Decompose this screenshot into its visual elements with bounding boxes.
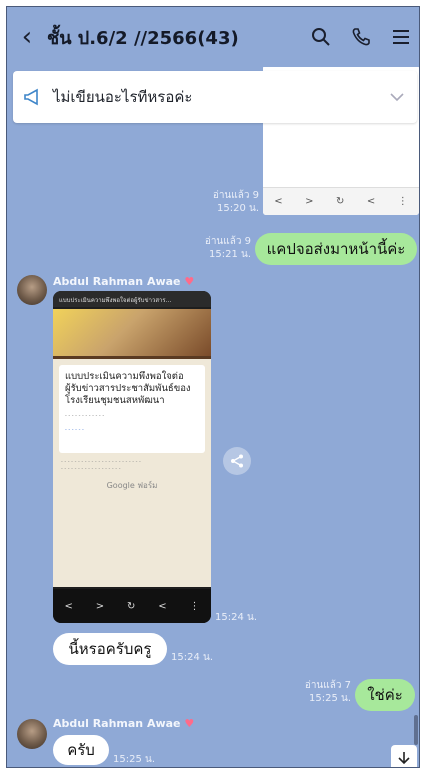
search-button[interactable] [301,7,341,67]
search-icon [312,28,330,46]
chevron-down-icon[interactable] [377,92,417,102]
share-button[interactable] [223,447,251,475]
my-message-bubble[interactable]: แคปจอส่งมาหน้านี้ค่ะ [255,233,417,265]
form-footer-note: - - - - - - - - - - - - - - - - - - - - … [61,459,141,472]
call-button[interactable] [341,7,381,67]
share-icon [231,454,243,468]
message-meta: อ่านแล้ว 9 15:20 น. [197,189,259,215]
phone-nav-bar: < > ↻ < ⋮ [53,589,211,623]
form-title: แบบประเมินความพึงพอใจต่อผู้รับข่าวสารประ… [65,371,191,406]
avatar[interactable] [17,275,47,305]
form-subtitle: - - - - - - - - - - - - [65,413,105,419]
my-message-bubble[interactable]: ใช่ค่ะ [355,679,415,711]
read-receipt: อ่านแล้ว 9 [204,236,251,247]
read-receipt: อ่านแล้ว 7 [304,680,351,691]
announcement-bar[interactable]: ไม่เขียนอะไรทีหรอค่ะ [13,71,417,123]
heart-icon: ♥ [184,717,195,730]
hamburger-icon [393,30,409,44]
megaphone-icon [13,88,53,106]
form-topbar: แบบประเมินความพึงพอใจต่อผู้รับข่าวสาร... [53,291,211,307]
timestamp: 15:24 น. [215,612,258,623]
timestamp: 15:20 น. [216,203,259,214]
chevron-left-icon: ‹ [21,22,33,52]
arrow-down-icon [398,752,410,765]
scroll-to-bottom-button[interactable] [391,745,417,767]
menu-button[interactable] [381,7,419,67]
chat-title: ชั้น ป.6/2 //2566(43) [47,27,239,49]
shared-form-screenshot[interactable]: แบบประเมินความพึงพอใจต่อผู้รับข่าวสาร...… [53,291,211,623]
form-header-image [53,309,211,359]
back-button[interactable]: ‹ [7,7,47,67]
timestamp: 15:25 น. [113,754,156,765]
form-content: แบบประเมินความพึงพอใจต่อผู้รับข่าวสารประ… [53,309,211,587]
scrollbar[interactable] [414,715,418,745]
message-text: ใช่ค่ะ [367,686,403,704]
message-meta: อ่านแล้ว 9 15:21 น. [193,235,251,261]
heart-icon: ♥ [184,275,195,288]
chat-header: ‹ ชั้น ป.6/2 //2566(43) [7,7,419,67]
other-message-bubble[interactable]: นี้หรอครับครู [53,633,167,665]
phone-icon [352,28,370,46]
chat-window: < > ↻ < ⋮ ‹ ชั้น ป.6/2 //2566(43) ไม่เขี… [6,6,420,768]
other-message-bubble[interactable]: ครับ [53,735,109,765]
message-meta: อ่านแล้ว 7 15:25 น. [295,679,351,705]
timestamp: 15:21 น. [208,249,251,260]
timestamp: 15:24 น. [171,652,214,663]
message-text: แคปจอส่งมาหน้านี้ค่ะ [266,240,406,258]
timestamp: 15:25 น. [308,693,351,704]
screenshot-nav-bar: < > ↻ < ⋮ [263,187,419,215]
read-receipt: อ่านแล้ว 9 [212,190,259,201]
form-link: - - - - - - [65,427,84,433]
message-text: นี้หรอครับครู [68,640,152,658]
sender-name: Abdul Rahman Awae ♥ [53,275,195,288]
message-text: ครับ [67,741,95,759]
avatar[interactable] [17,719,47,749]
sender-name: Abdul Rahman Awae ♥ [53,717,195,730]
google-forms-label: Google ฟอร์ม [106,481,158,490]
form-card: แบบประเมินความพึงพอใจต่อผู้รับข่าวสารประ… [59,365,205,453]
announcement-text: ไม่เขียนอะไรทีหรอค่ะ [53,88,193,106]
